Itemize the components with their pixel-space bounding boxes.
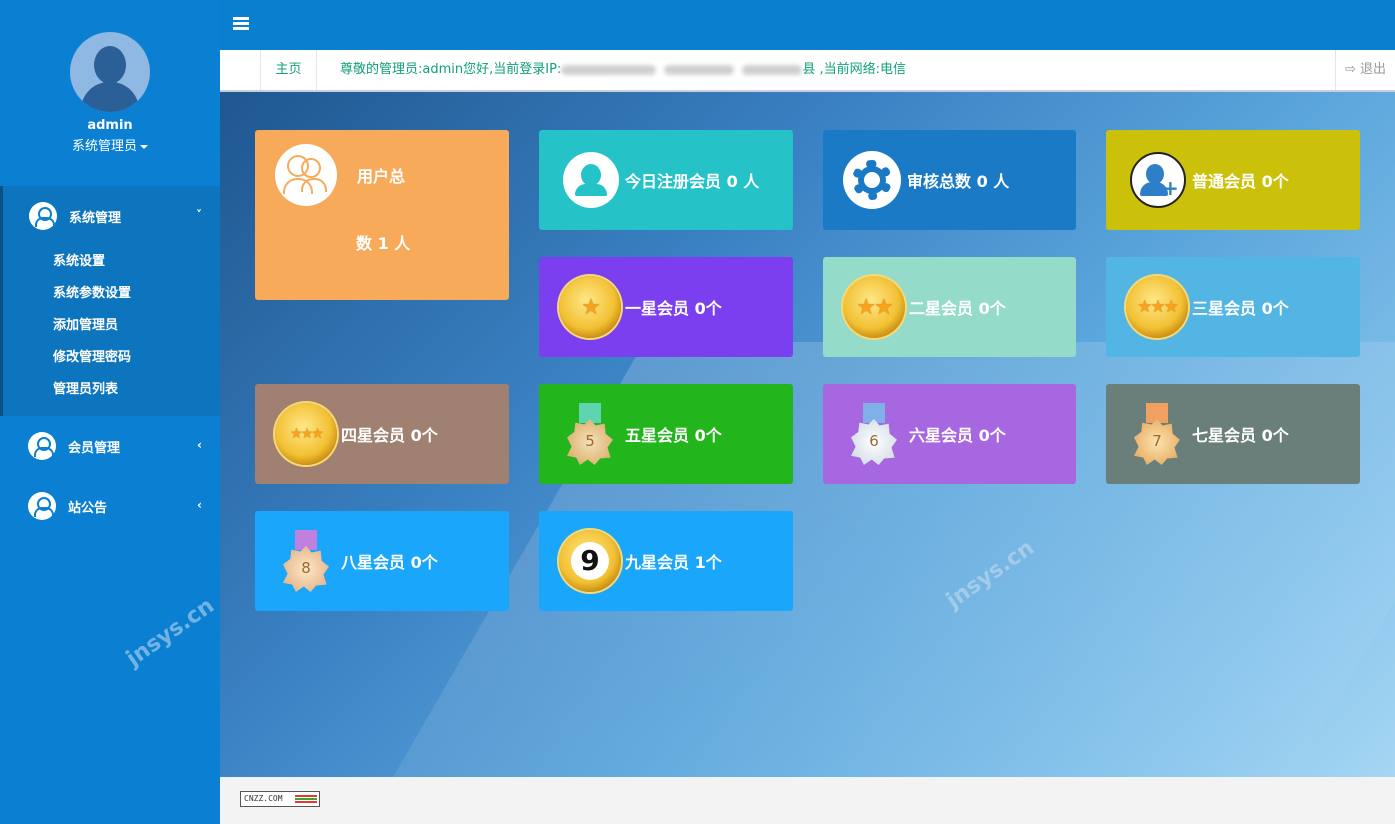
gear-icon	[843, 151, 901, 209]
card-4star-members[interactable]: ★★★ 四星会员 0个	[255, 384, 509, 484]
card-total-users[interactable]: 用户总 数 1 人	[255, 130, 509, 300]
gold-medal-2star-icon: ★★	[843, 276, 905, 338]
gold-medal-3star-icon: ★★★	[1126, 276, 1188, 338]
card-2star-members[interactable]: ★★ 二星会员 0个	[823, 257, 1076, 357]
user-profile: admin 系统管理员	[0, 0, 220, 186]
redacted-city	[664, 64, 735, 75]
medal-6-icon: 6	[843, 403, 905, 465]
menu-item-admin-list[interactable]: 管理员列表	[3, 374, 220, 406]
tab-home[interactable]: 主页	[260, 50, 317, 90]
card-review-total[interactable]: 审核总数 0 人	[823, 130, 1076, 230]
menu-item-system-settings[interactable]: 系统设置	[3, 246, 220, 278]
menu-label: 系统管理	[69, 210, 122, 226]
card-7star-members[interactable]: 7 七星会员 0个	[1106, 384, 1360, 484]
card-1star-members[interactable]: ★ 一星会员 0个	[539, 257, 793, 357]
avatar[interactable]	[70, 32, 150, 112]
card-regular-members[interactable]: + 普通会员 0个	[1106, 130, 1360, 230]
redacted-region	[742, 64, 803, 75]
user-circle-icon	[28, 492, 56, 520]
menu-group-notice: 站公告 ‹	[0, 476, 220, 536]
menu-label: 站公告	[68, 500, 108, 516]
medal-5-icon: 5	[559, 403, 621, 465]
menu-group-system: 系统管理 ˅ 系统设置 系统参数设置 添加管理员 修改管理密码 管理员列表	[0, 186, 220, 416]
gold-badge-9-icon: 9	[559, 530, 621, 592]
dashboard-content: jnsys.cn 用户总 数 1 人 今日注册会员 0 人 审核总数 0 人 +…	[220, 92, 1395, 777]
welcome-message: 尊敬的管理员:admin您好,当前登录IP: 县 ,当前网络:电信	[340, 62, 906, 77]
users-icon	[275, 144, 337, 206]
user-silhouette-icon	[563, 152, 619, 208]
caret-down-icon	[140, 144, 148, 149]
user-name: admin	[87, 118, 133, 133]
tab-bar: 主页 尊敬的管理员:admin您好,当前登录IP: 县 ,当前网络:电信 ⇨ 退出	[220, 50, 1395, 92]
sidebar: admin 系统管理员 系统管理 ˅ 系统设置 系统参数设置 添加管理员 修改管…	[0, 0, 220, 824]
card-9star-members[interactable]: 9 九星会员 1个	[539, 511, 793, 611]
cnzz-badge[interactable]: CNZZ.COM	[240, 791, 320, 807]
menu-head-members[interactable]: 会员管理 ‹	[0, 416, 220, 476]
user-role-dropdown[interactable]: 系统管理员	[0, 135, 220, 154]
card-3star-members[interactable]: ★★★ 三星会员 0个	[1106, 257, 1360, 357]
hamburger-menu-icon[interactable]	[233, 17, 249, 31]
footer: CNZZ.COM	[220, 777, 1395, 824]
menu-head-notice[interactable]: 站公告 ‹	[0, 476, 220, 536]
chevron-down-icon: ˅	[196, 208, 202, 222]
gold-medal-1star-icon: ★	[559, 276, 621, 338]
card-6star-members[interactable]: 6 六星会员 0个	[823, 384, 1076, 484]
card-5star-members[interactable]: 5 五星会员 0个	[539, 384, 793, 484]
user-circle-icon	[29, 202, 57, 230]
menu-item-system-params[interactable]: 系统参数设置	[3, 278, 220, 310]
add-user-icon: +	[1130, 152, 1186, 208]
chevron-left-icon: ‹	[197, 438, 202, 452]
user-circle-icon	[28, 432, 56, 460]
menu-item-change-password[interactable]: 修改管理密码	[3, 342, 220, 374]
submenu-system: 系统设置 系统参数设置 添加管理员 修改管理密码 管理员列表	[3, 246, 220, 406]
gold-medal-4star-icon: ★★★	[275, 403, 337, 465]
menu-group-members: 会员管理 ‹	[0, 416, 220, 476]
menu-label: 会员管理	[68, 440, 121, 456]
menu-item-add-admin[interactable]: 添加管理员	[3, 310, 220, 342]
menu-head-system[interactable]: 系统管理 ˅	[3, 186, 220, 246]
card-8star-members[interactable]: 8 八星会员 0个	[255, 511, 509, 611]
redacted-ip	[561, 64, 657, 75]
card-today-registered[interactable]: 今日注册会员 0 人	[539, 130, 793, 230]
medal-7-icon: 7	[1126, 403, 1188, 465]
logout-button[interactable]: ⇨ 退出	[1335, 50, 1395, 90]
chevron-left-icon: ‹	[197, 498, 202, 512]
medal-8-icon: 8	[275, 530, 337, 592]
top-bar	[220, 0, 1395, 50]
